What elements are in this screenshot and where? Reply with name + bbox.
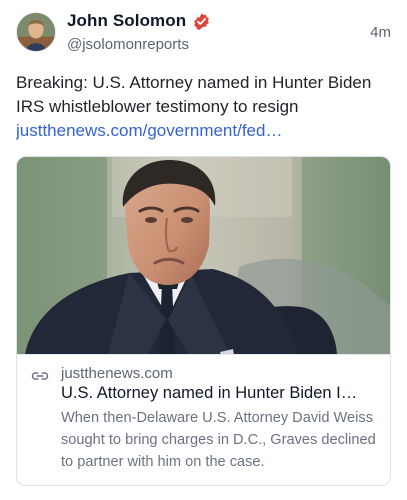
news-photo[interactable] xyxy=(17,157,390,354)
card-title[interactable]: U.S. Attorney named in Hunter Biden I… xyxy=(61,384,379,403)
verified-badge-icon xyxy=(192,12,211,31)
social-post: John Solomon @jsolomonreports 4m Breakin… xyxy=(0,0,407,500)
author-name[interactable]: John Solomon xyxy=(67,11,186,31)
link-preview-card[interactable]: justthenews.com U.S. Attorney named in H… xyxy=(16,156,391,486)
card-description: When then-Delaware U.S. Attorney David W… xyxy=(61,410,376,470)
author-avatar[interactable] xyxy=(16,12,56,52)
post-header: John Solomon @jsolomonreports 4m xyxy=(16,10,391,56)
card-meta: justthenews.com U.S. Attorney named in H… xyxy=(17,354,390,485)
card-domain[interactable]: justthenews.com xyxy=(61,365,173,382)
link-icon xyxy=(31,369,49,383)
post-timestamp[interactable]: 4m xyxy=(370,24,391,41)
author-handle[interactable]: @jsolomonreports xyxy=(67,36,189,53)
author-name-row: John Solomon xyxy=(67,10,211,32)
post-body-text: Breaking: U.S. Attorney named in Hunter … xyxy=(16,73,372,116)
post-link[interactable]: justthenews.com/government/fed… xyxy=(16,119,391,143)
